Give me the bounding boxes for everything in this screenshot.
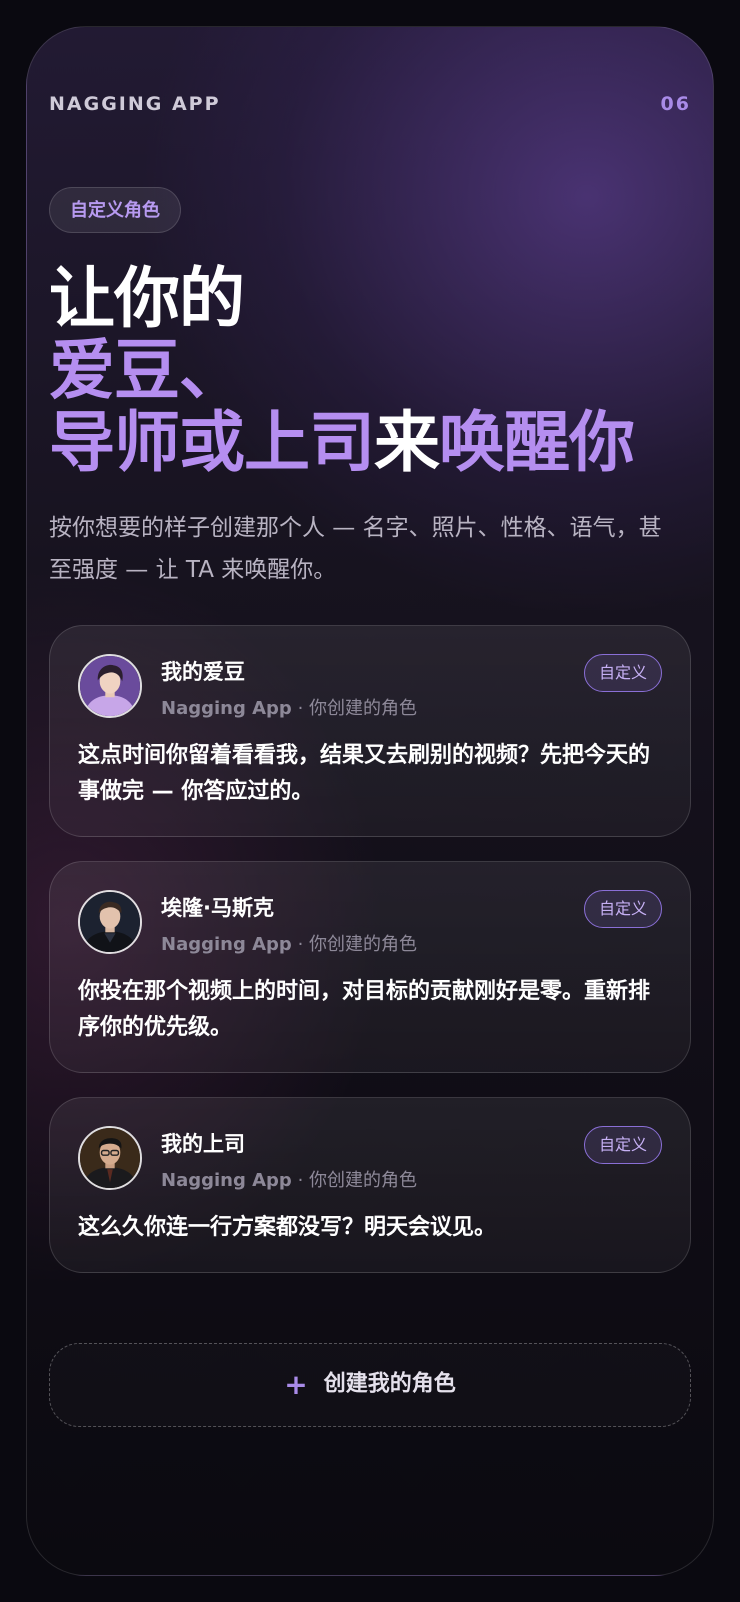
- create-character-button[interactable]: + 创建我的角色: [49, 1343, 691, 1427]
- page-number: 06: [660, 93, 691, 115]
- character-meta: Nagging App · 你创建的角色: [161, 930, 417, 956]
- boss-avatar: [78, 1126, 142, 1190]
- top-bar: NAGGING APP 06: [49, 93, 691, 117]
- custom-badge[interactable]: 自定义: [583, 890, 662, 928]
- character-card[interactable]: 我的爱豆 Nagging App · 你创建的角色 自定义 这点时间你留着看看我…: [49, 625, 691, 837]
- character-meta: Nagging App · 你创建的角色: [161, 1166, 417, 1192]
- character-name: 我的爱豆: [161, 660, 245, 684]
- app-screen: NAGGING APP 06 自定义角色 让你的 爱豆、 导师或上司来唤醒你 按…: [26, 26, 714, 1576]
- meta-app-name: Nagging App: [161, 698, 292, 719]
- custom-badge[interactable]: 自定义: [583, 654, 662, 692]
- meta-note: 你创建的角色: [309, 934, 418, 955]
- plus-icon: +: [284, 1367, 308, 1401]
- meta-separator: ·: [297, 1170, 304, 1191]
- character-name: 我的上司: [161, 1132, 245, 1156]
- meta-app-name: Nagging App: [161, 1170, 292, 1191]
- character-name: 埃隆·马斯克: [161, 896, 274, 920]
- meta-app-name: Nagging App: [161, 934, 292, 955]
- character-message: 你投在那个视频上的时间，对目标的贡献刚好是零。重新排序你的优先级。: [78, 979, 651, 1040]
- headline-line-3-end: 唤醒你: [439, 404, 635, 481]
- character-message: 这点时间你留着看看我，结果又去刷别的视频？先把今天的事做完 — 你答应过的。: [78, 743, 651, 804]
- meta-separator: ·: [297, 698, 304, 719]
- headline-line-3: 导师或上司来唤醒你: [49, 407, 699, 479]
- meta-note: 你创建的角色: [309, 1170, 418, 1191]
- meta-separator: ·: [297, 934, 304, 955]
- character-meta: Nagging App · 你创建的角色: [161, 694, 417, 720]
- create-character-label: 创建我的角色: [323, 1371, 456, 1397]
- headline-emphasis: 来: [374, 404, 440, 481]
- meta-note: 你创建的角色: [309, 698, 418, 719]
- headline-line-1: 让你的: [49, 260, 245, 337]
- subtitle: 按你想要的样子创建那个人 — 名字、照片、性格、语气，甚至强度 — 让 TA 来…: [49, 515, 662, 583]
- character-card[interactable]: 我的上司 Nagging App · 你创建的角色 自定义 这么久你连一行方案都…: [49, 1097, 691, 1273]
- custom-badge[interactable]: 自定义: [583, 1126, 662, 1164]
- idol-avatar: [78, 654, 142, 718]
- headline: 让你的 爱豆、 导师或上司来唤醒你: [49, 263, 699, 479]
- headline-line-2: 爱豆、: [49, 332, 245, 409]
- headline-line-3-start: 导师或上司: [49, 404, 375, 481]
- app-name: NAGGING APP: [49, 93, 221, 115]
- custom-role-tag: 自定义角色: [49, 187, 181, 233]
- character-message: 这么久你连一行方案都没写？明天会议见。: [78, 1215, 497, 1240]
- elon-avatar: [78, 890, 142, 954]
- character-card[interactable]: 埃隆·马斯克 Nagging App · 你创建的角色 自定义 你投在那个视频上…: [49, 861, 691, 1073]
